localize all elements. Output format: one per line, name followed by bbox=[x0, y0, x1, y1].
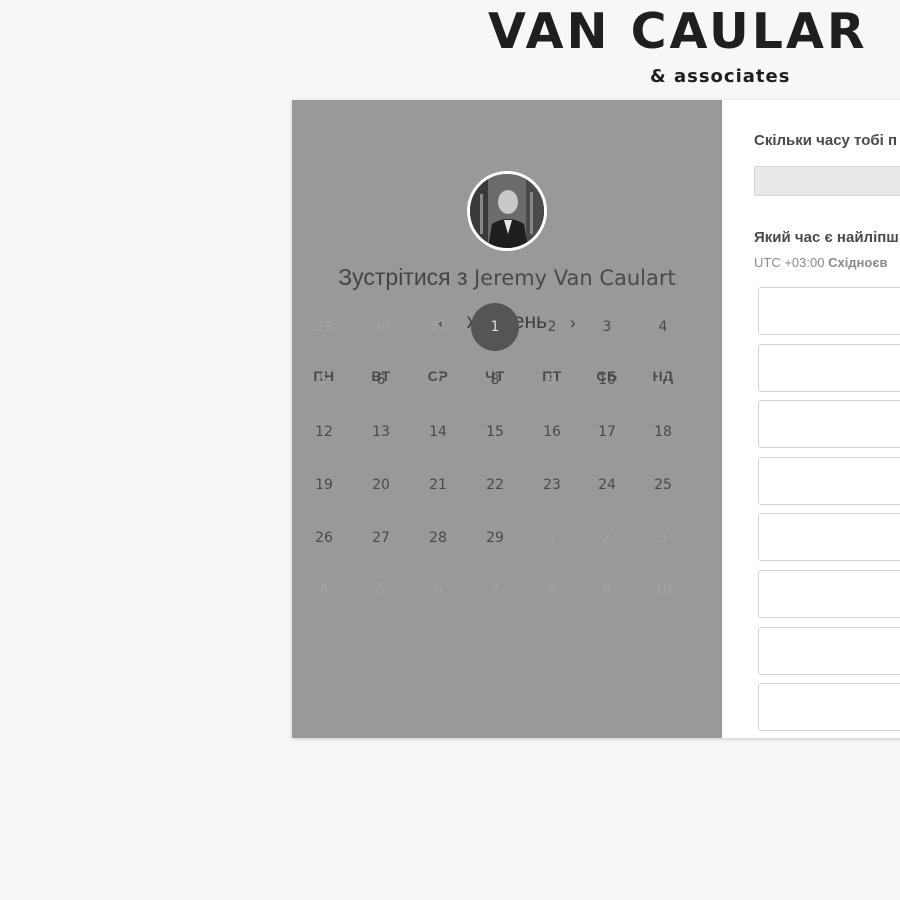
avatar bbox=[467, 171, 547, 251]
meet-prefix: Зустрітися з bbox=[338, 264, 468, 290]
time-slot-button[interactable] bbox=[758, 456, 900, 505]
calendar-day[interactable]: 15 bbox=[471, 408, 519, 456]
calendar-day[interactable]: 17 bbox=[583, 408, 631, 456]
time-question: Який час є найліпш bbox=[754, 229, 899, 246]
calendar-day: 9 bbox=[602, 582, 612, 598]
calendar-day: 5 bbox=[319, 372, 329, 388]
time-slot-button[interactable] bbox=[758, 570, 900, 618]
meet-heading: Зустрітися з Jeremy Van Caulart bbox=[292, 264, 722, 291]
duration-select[interactable] bbox=[754, 166, 900, 196]
calendar-day[interactable]: 13 bbox=[357, 408, 405, 456]
calendar-day[interactable]: 21 bbox=[414, 461, 462, 509]
calendar-day: 8 bbox=[547, 582, 557, 598]
calendar-day: 6 bbox=[433, 582, 443, 598]
calendar-day: 30 bbox=[372, 319, 390, 335]
calendar-day[interactable]: 20 bbox=[357, 461, 405, 509]
calendar-day[interactable]: 12 bbox=[300, 408, 348, 456]
calendar-day[interactable]: 24 bbox=[583, 461, 631, 509]
calendar-day: 5 bbox=[376, 582, 386, 598]
calendar-day: 10 bbox=[654, 582, 672, 598]
calendar-day[interactable]: 14 bbox=[414, 408, 462, 456]
calendar-day: 11 bbox=[654, 372, 672, 388]
time-slot-button[interactable] bbox=[758, 287, 900, 335]
calendar-day: 31 bbox=[429, 319, 447, 335]
calendar-day: 4 bbox=[319, 582, 329, 598]
time-slot-button[interactable] bbox=[758, 513, 900, 562]
calendar-day[interactable]: 19 bbox=[300, 461, 348, 509]
time-slot-button[interactable] bbox=[758, 343, 900, 392]
calendar-day[interactable]: 18 bbox=[639, 408, 687, 456]
calendar-day: 29 bbox=[315, 319, 333, 335]
calendar-day: 2 bbox=[602, 530, 612, 546]
calendar-day[interactable]: 10 bbox=[583, 356, 631, 404]
calendar-day[interactable]: 27 bbox=[357, 514, 405, 562]
calendar-day: 9 bbox=[547, 372, 557, 388]
time-slot-button[interactable] bbox=[758, 626, 900, 675]
calendar-day[interactable]: 8 bbox=[471, 356, 519, 404]
calendar-day-selected[interactable]: 1 bbox=[471, 303, 519, 351]
brand-tagline: & associates bbox=[650, 66, 791, 87]
host-name: Jeremy Van Caulart bbox=[473, 266, 676, 290]
calendar-day: 7 bbox=[433, 372, 443, 388]
calendar-day[interactable]: 2 bbox=[528, 303, 576, 351]
calendar-panel: Зустрітися з Jeremy Van Caulart ‹ жовтен… bbox=[292, 100, 722, 738]
scheduler-card: Зустрітися з Jeremy Van Caulart ‹ жовтен… bbox=[292, 100, 900, 738]
calendar-day[interactable]: 16 bbox=[528, 408, 576, 456]
calendar-day: 7 bbox=[490, 582, 500, 598]
calendar-day[interactable]: 22 bbox=[471, 461, 519, 509]
timezone-label: UTC +03:00 Східноєв bbox=[754, 255, 888, 270]
booking-panel: Скільки часу тобі п Який час є найліпш U… bbox=[722, 100, 900, 738]
calendar-day[interactable]: 4 bbox=[639, 303, 687, 351]
calendar-day[interactable]: 26 bbox=[300, 514, 348, 562]
calendar-day[interactable]: 29 bbox=[471, 514, 519, 562]
calendar-day[interactable]: 3 bbox=[583, 303, 631, 351]
time-slot-button[interactable] bbox=[758, 400, 900, 449]
calendar-day[interactable]: 25 bbox=[639, 461, 687, 509]
calendar-day: 3 bbox=[658, 530, 668, 546]
calendar-day[interactable]: 28 bbox=[414, 514, 462, 562]
timezone-offset: UTC +03:00 bbox=[754, 255, 825, 270]
calendar-day[interactable]: 6 bbox=[357, 356, 405, 404]
duration-question: Скільки часу тобі п bbox=[754, 132, 898, 149]
calendar-day: 1 bbox=[547, 530, 557, 546]
timezone-name: Східноєв bbox=[828, 255, 888, 270]
calendar-day[interactable]: 23 bbox=[528, 461, 576, 509]
brand-logo: VAN CAULAR bbox=[488, 3, 868, 60]
time-slot-button[interactable] bbox=[758, 683, 900, 732]
